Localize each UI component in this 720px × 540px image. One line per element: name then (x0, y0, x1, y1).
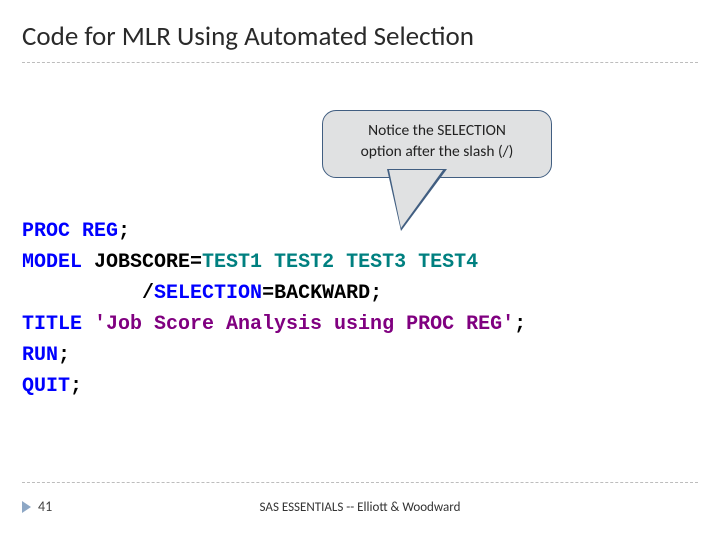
eq: = (190, 251, 202, 274)
indent-slash: / (22, 282, 154, 305)
semi5: ; (58, 344, 70, 367)
kw-title: TITLE (22, 313, 94, 336)
code-block: PROC REG; MODEL JOBSCORE=TEST1 TEST2 TES… (22, 216, 526, 402)
callout-line1: Notice the SELECTION (368, 121, 506, 140)
kw-run: RUN (22, 344, 58, 367)
callout-speech-bubble: Notice the SELECTION option after the sl… (322, 110, 572, 232)
semi4: ; (514, 313, 526, 336)
title-divider (22, 62, 698, 63)
semi1: ; (118, 220, 130, 243)
callout-box: Notice the SELECTION option after the sl… (322, 110, 552, 178)
footer-divider (22, 482, 698, 483)
semi6: ; (70, 375, 82, 398)
kw-reg: REG (82, 220, 118, 243)
kw-proc: PROC (22, 220, 82, 243)
kw-selection: SELECTION (154, 282, 262, 305)
footer-credit: SAS ESSENTIALS -- Elliott & Woodward (0, 500, 720, 515)
kw-quit: QUIT (22, 375, 70, 398)
var-jobscore: JOBSCORE (94, 251, 190, 274)
vars-tests: TEST1 TEST2 TEST3 TEST4 (202, 251, 478, 274)
kw-model: MODEL (22, 251, 94, 274)
title-string: 'Job Score Analysis using PROC REG' (94, 313, 514, 336)
callout-line2: option after the slash (/) (361, 142, 514, 161)
sel-val: =BACKWARD; (262, 282, 382, 305)
slide-title: Code for MLR Using Automated Selection (0, 0, 720, 60)
